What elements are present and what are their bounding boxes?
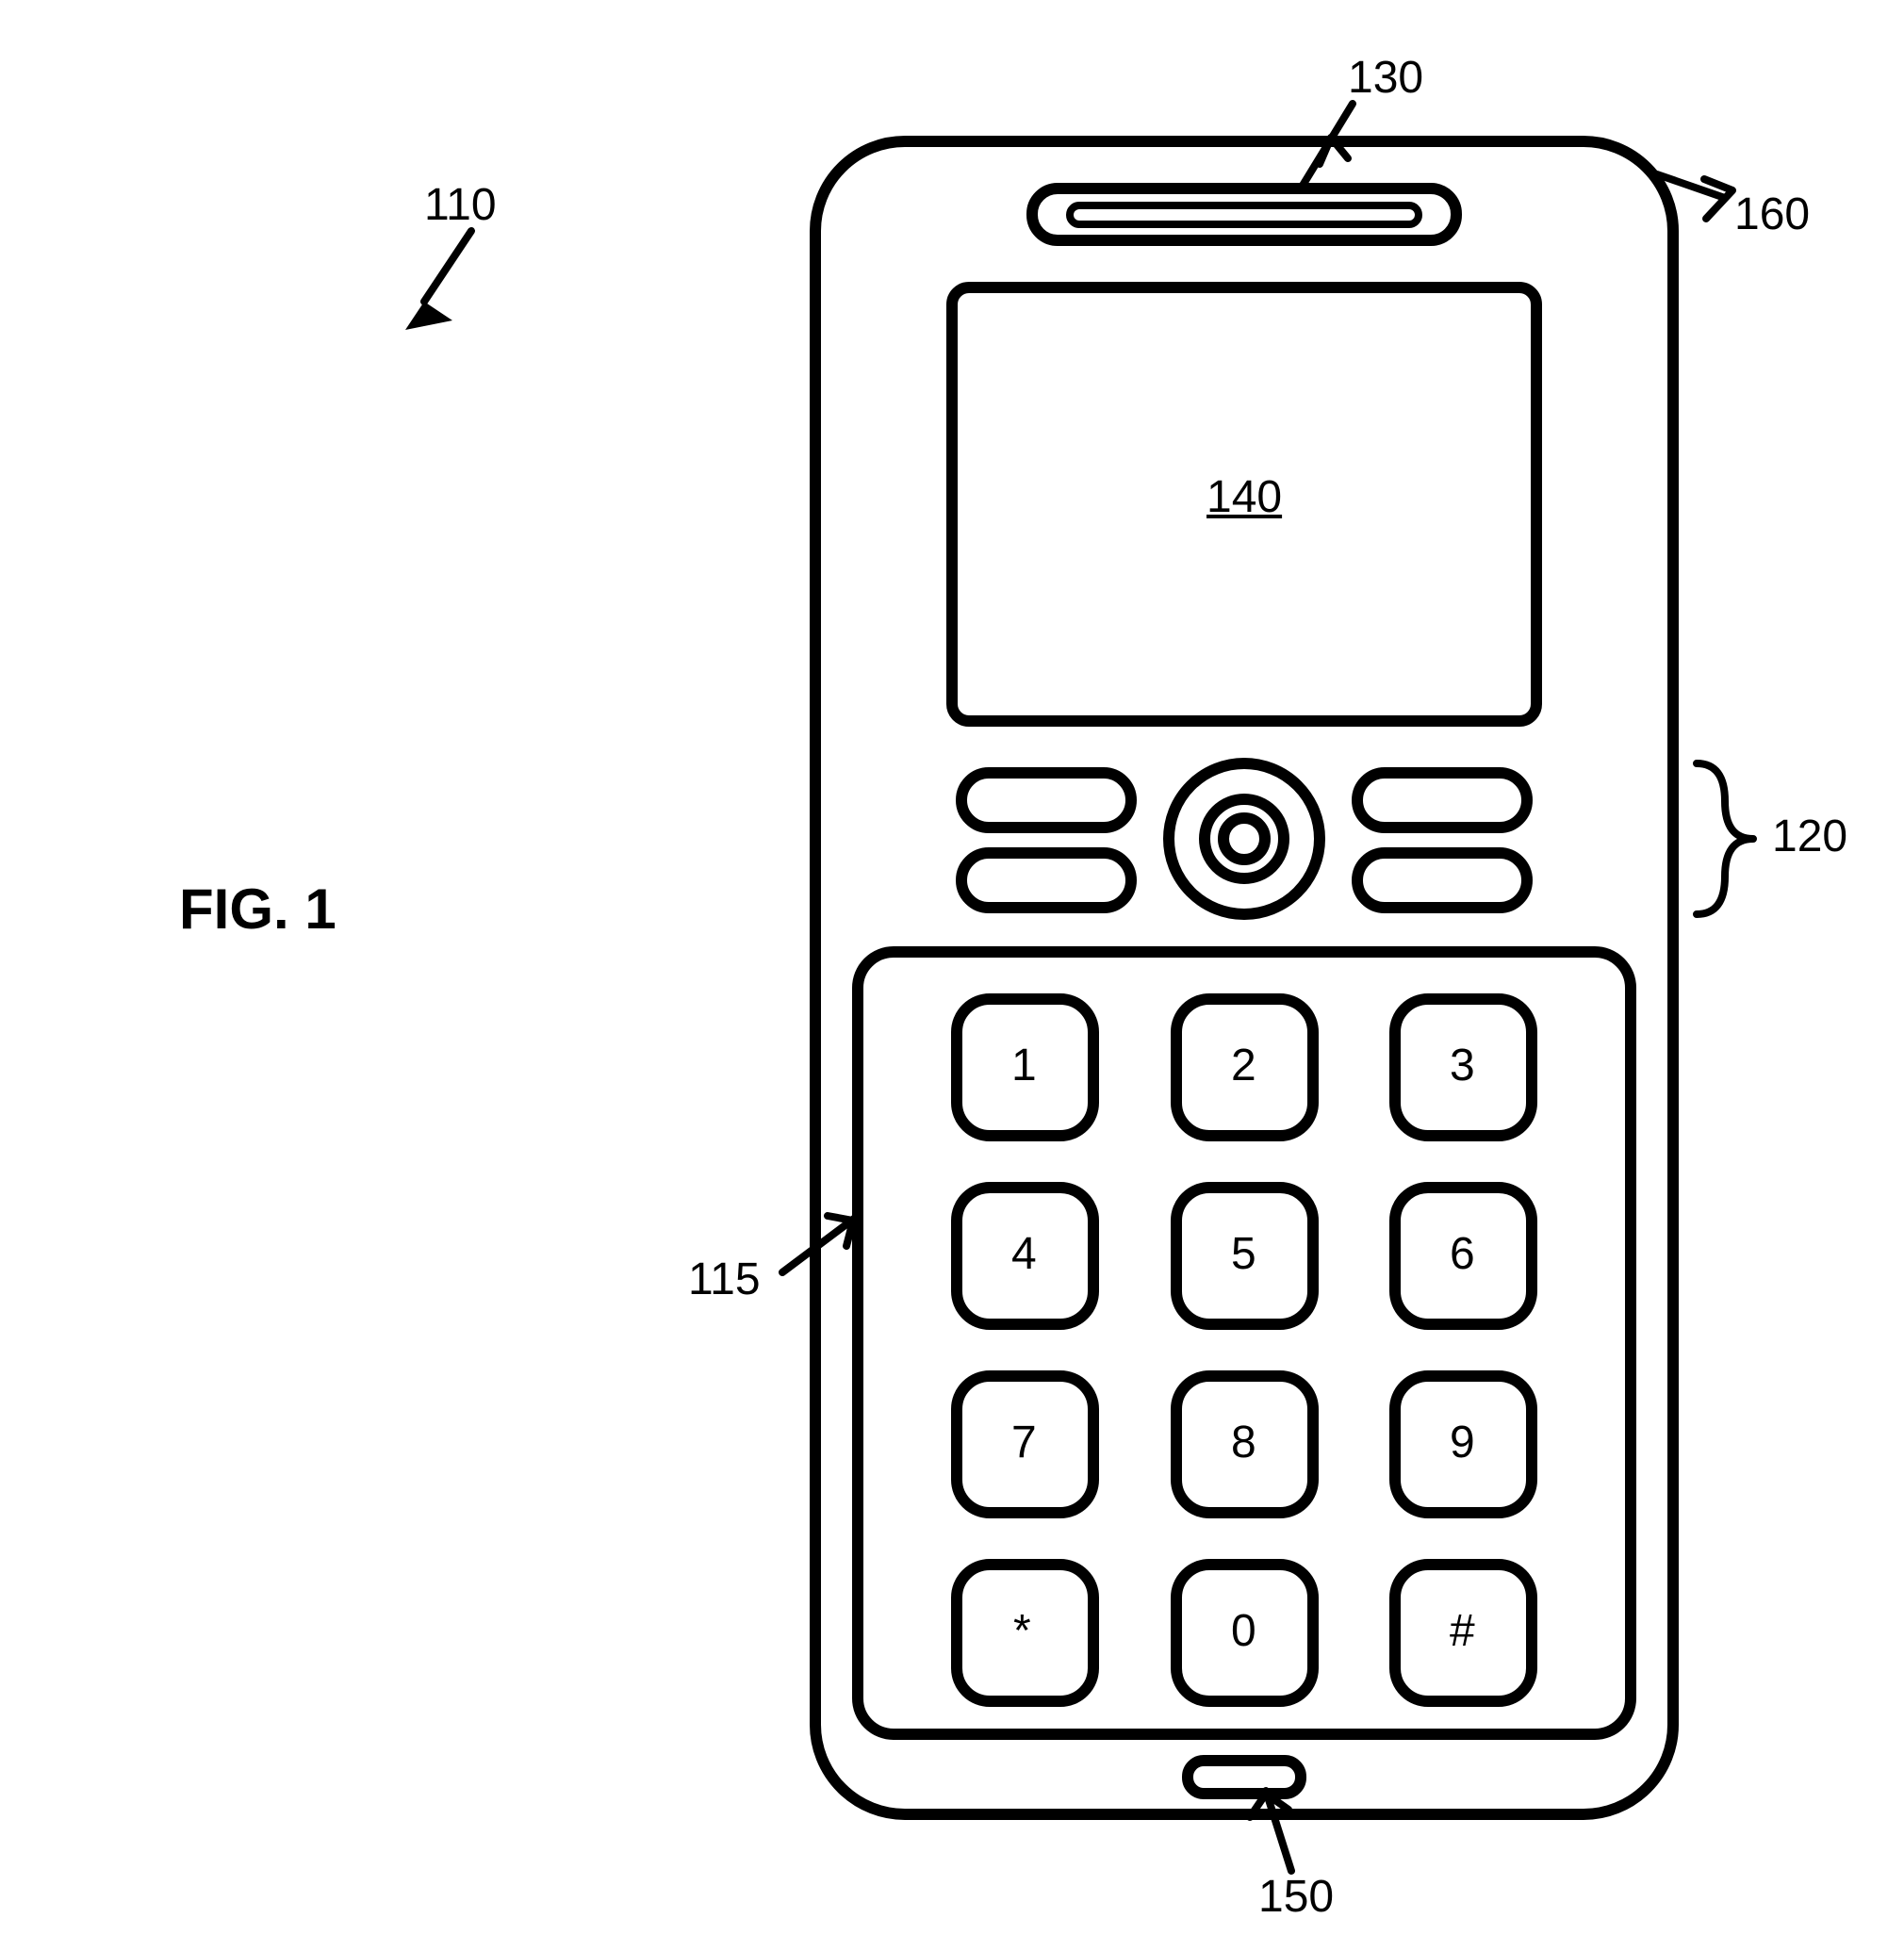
key-label-0: 0 xyxy=(1231,1605,1256,1657)
key-label-8: 8 xyxy=(1231,1417,1256,1468)
key-label-3: 3 xyxy=(1450,1040,1475,1091)
dpad-inner[interactable] xyxy=(1223,818,1265,860)
key-label-6: 6 xyxy=(1450,1228,1475,1280)
soft-key-l1[interactable] xyxy=(961,773,1131,828)
key-label-hash: # xyxy=(1450,1605,1475,1657)
key-label-star: * xyxy=(1013,1605,1031,1657)
key-label-1: 1 xyxy=(1011,1040,1037,1091)
speaker xyxy=(1032,189,1456,240)
speaker-slot xyxy=(1070,205,1419,224)
dpad-outer[interactable] xyxy=(1169,763,1320,914)
dpad-mid[interactable] xyxy=(1205,799,1284,878)
callout-140: 140 xyxy=(1206,471,1282,523)
key-label-2: 2 xyxy=(1231,1040,1256,1091)
callout-115: 115 xyxy=(688,1254,761,1305)
soft-key-r2[interactable] xyxy=(1357,853,1527,908)
callout-110: 110 xyxy=(424,179,497,231)
callout-120: 120 xyxy=(1772,811,1847,862)
key-label-4: 4 xyxy=(1011,1228,1037,1280)
microphone xyxy=(1188,1761,1301,1794)
key-label-9: 9 xyxy=(1450,1417,1475,1468)
key-label-7: 7 xyxy=(1011,1417,1037,1468)
soft-key-r1[interactable] xyxy=(1357,773,1527,828)
patent-figure: .s{stroke:#000;fill:none;stroke-width:12… xyxy=(0,0,1904,1951)
callout-150: 150 xyxy=(1258,1871,1334,1923)
figure-label: FIG. 1 xyxy=(179,877,336,942)
soft-key-l2[interactable] xyxy=(961,853,1131,908)
callout-160: 160 xyxy=(1734,189,1810,240)
key-label-5: 5 xyxy=(1231,1228,1256,1280)
callout-130: 130 xyxy=(1348,52,1423,104)
